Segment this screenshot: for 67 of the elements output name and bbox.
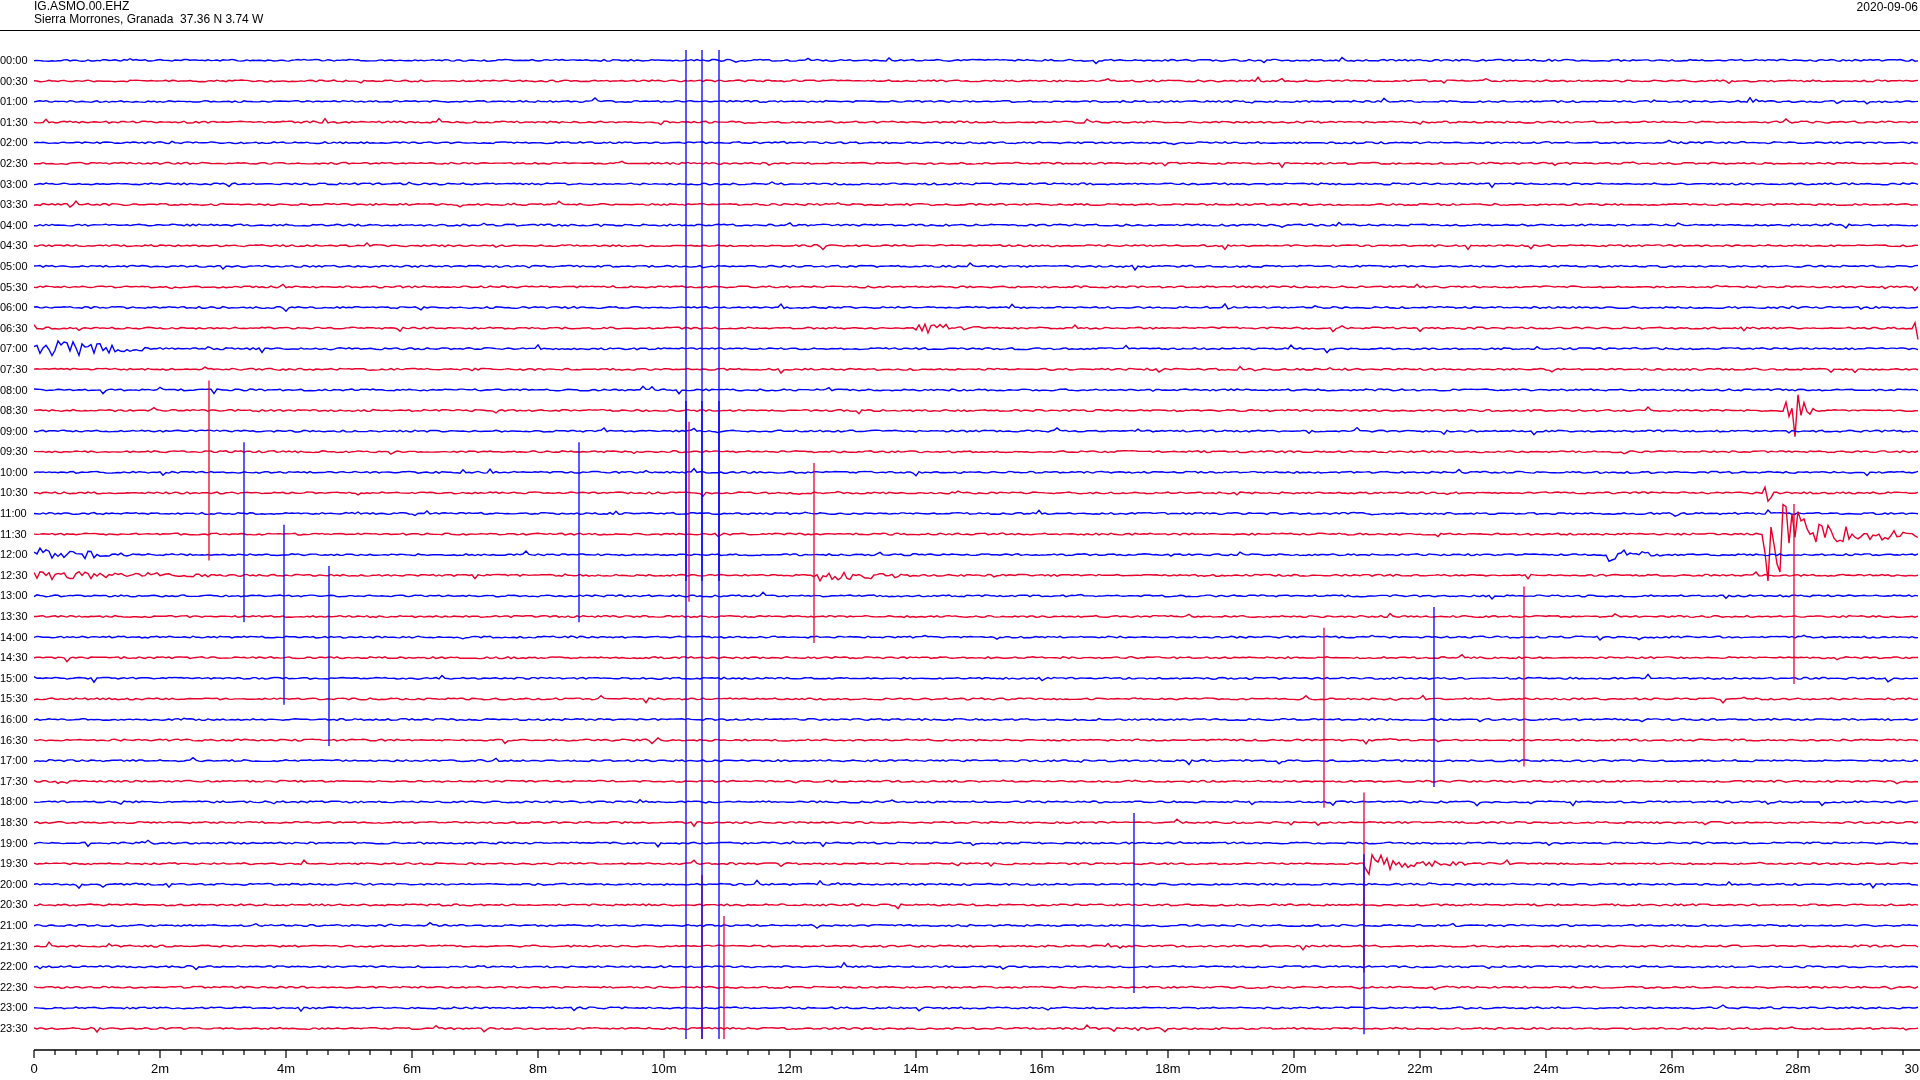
time-label: 08:00 bbox=[0, 382, 29, 398]
axis-tick-label: 0 bbox=[30, 1060, 38, 1076]
time-label: 02:30 bbox=[0, 155, 29, 171]
axis-tick-label: 2m bbox=[150, 1060, 170, 1076]
time-label: 15:00 bbox=[0, 670, 29, 686]
time-label: 00:30 bbox=[0, 73, 29, 89]
time-label: 21:00 bbox=[0, 917, 29, 933]
time-label: 18:30 bbox=[0, 814, 29, 830]
axis-tick-label: 24m bbox=[1533, 1060, 1559, 1076]
time-label: 01:30 bbox=[0, 114, 29, 130]
station-location: Sierra Morrones, Granada 37.36 N 3.74 W bbox=[34, 13, 264, 26]
axis-tick-label: 4m bbox=[276, 1060, 296, 1076]
time-label: 10:30 bbox=[0, 485, 29, 501]
time-label: 23:00 bbox=[0, 1000, 29, 1016]
time-label: 12:00 bbox=[0, 547, 29, 563]
axis-tick-label: 16m bbox=[1029, 1060, 1055, 1076]
time-label: 22:30 bbox=[0, 979, 29, 995]
time-label: 10:00 bbox=[0, 464, 29, 480]
axis-tick-label: 30 bbox=[1904, 1060, 1919, 1076]
axis-tick-label: 22m bbox=[1407, 1060, 1433, 1076]
time-label: 14:30 bbox=[0, 650, 29, 666]
time-label: 17:00 bbox=[0, 753, 29, 769]
time-label: 22:00 bbox=[0, 959, 29, 975]
time-label: 06:30 bbox=[0, 320, 29, 336]
time-label: 03:00 bbox=[0, 176, 29, 192]
time-label: 12:30 bbox=[0, 567, 29, 583]
axis-tick-label: 26m bbox=[1659, 1060, 1685, 1076]
time-label: 19:30 bbox=[0, 856, 29, 872]
time-label: 13:30 bbox=[0, 609, 29, 625]
time-label: 07:30 bbox=[0, 361, 29, 377]
time-label: 03:30 bbox=[0, 197, 29, 213]
time-label: 08:30 bbox=[0, 403, 29, 419]
axis-tick-label: 6m bbox=[402, 1060, 422, 1076]
time-label: 21:30 bbox=[0, 938, 29, 954]
time-label: 01:00 bbox=[0, 94, 29, 110]
time-label: 17:30 bbox=[0, 773, 29, 789]
time-label: 11:00 bbox=[0, 506, 28, 522]
time-label: 07:00 bbox=[0, 341, 29, 357]
time-label: 09:30 bbox=[0, 444, 29, 460]
time-label: 20:30 bbox=[0, 897, 29, 913]
axis-tick-label: 8m bbox=[528, 1060, 548, 1076]
time-label: 11:30 bbox=[0, 526, 28, 542]
time-label: 16:30 bbox=[0, 732, 29, 748]
axis-tick-label: 14m bbox=[903, 1060, 929, 1076]
time-label: 18:00 bbox=[0, 794, 29, 810]
time-label: 16:00 bbox=[0, 712, 29, 727]
time-label: 23:30 bbox=[0, 1020, 29, 1036]
time-label: 04:00 bbox=[0, 217, 29, 233]
station-code: IG.ASMO.00.EHZ bbox=[34, 0, 131, 13]
axis-tick-label: 28m bbox=[1785, 1060, 1811, 1076]
time-label: 20:00 bbox=[0, 876, 29, 892]
time-label: 14:00 bbox=[0, 629, 29, 645]
time-label: 06:00 bbox=[0, 300, 29, 316]
time-label: 00:00 bbox=[0, 53, 29, 68]
time-label: 02:00 bbox=[0, 135, 29, 151]
time-label: 04:30 bbox=[0, 238, 29, 254]
axis-tick-label: 20m bbox=[1281, 1060, 1307, 1076]
axis-tick-label: 18m bbox=[1155, 1060, 1181, 1076]
time-label: 09:00 bbox=[0, 423, 29, 439]
time-label: 05:30 bbox=[0, 279, 29, 295]
time-label: 15:30 bbox=[0, 691, 29, 707]
time-label: 19:00 bbox=[0, 835, 29, 851]
axis-tick-label: 12m bbox=[777, 1060, 803, 1076]
time-label: 13:00 bbox=[0, 588, 29, 604]
axis-tick-label: 10m bbox=[651, 1060, 677, 1076]
time-label: 05:00 bbox=[0, 258, 29, 274]
date-label: 2020-09-06 bbox=[1856, 0, 1918, 14]
